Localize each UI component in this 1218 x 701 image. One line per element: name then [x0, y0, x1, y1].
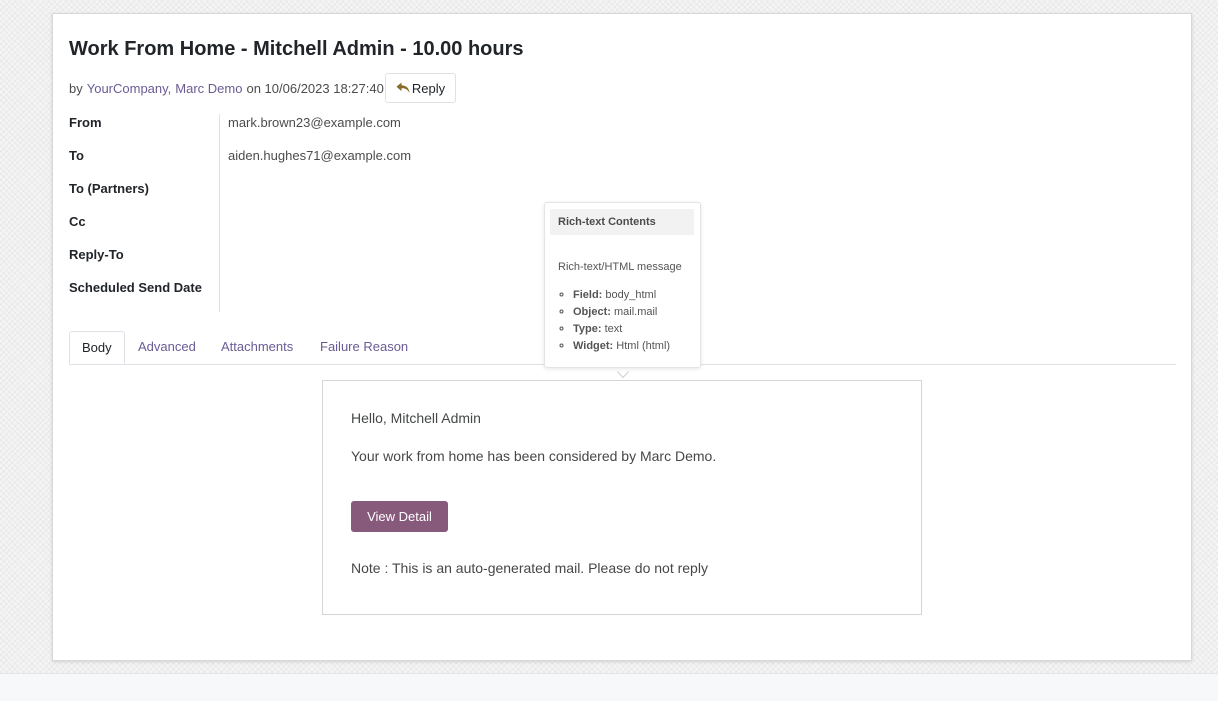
tooltip-item-type: Type: text: [573, 321, 670, 338]
sent-date-text: on 10/06/2023 18:27:40: [246, 80, 384, 96]
bottom-bar: [0, 673, 1218, 701]
reply-button[interactable]: Reply: [384, 73, 457, 103]
field-label: Cc: [69, 214, 86, 229]
tab-advanced[interactable]: Advanced: [138, 331, 196, 363]
tooltip-item-object: Object: mail.mail: [573, 304, 670, 321]
tooltip-details: Field: body_html Object: mail.mail Type:…: [558, 287, 670, 355]
author-line: by YourCompany, Marc Demo on 10/06/2023 …: [69, 72, 457, 104]
tab-attachments[interactable]: Attachments: [221, 331, 293, 363]
reply-arrow-icon: [396, 82, 410, 94]
chevron-down-icon: [617, 366, 629, 384]
field-tooltip: Rich-text Contents Rich-text/HTML messag…: [544, 202, 701, 368]
tab-body[interactable]: Body: [69, 331, 125, 364]
tab-failure-reason[interactable]: Failure Reason: [320, 331, 408, 363]
field-label: From: [69, 115, 102, 130]
by-prefix: by: [69, 80, 83, 96]
view-detail-button[interactable]: View Detail: [351, 501, 448, 532]
tooltip-header: Rich-text Contents: [550, 209, 694, 235]
mail-message: Your work from home has been considered …: [351, 448, 717, 464]
field-value[interactable]: mark.brown23@example.com: [228, 113, 401, 133]
field-value[interactable]: aiden.hughes71@example.com: [228, 146, 411, 166]
field-label: To: [69, 148, 84, 163]
mail-note: Note : This is an auto-generated mail. P…: [351, 560, 708, 576]
field-label: To (Partners): [69, 181, 149, 196]
tooltip-description: Rich-text/HTML message: [558, 261, 682, 273]
field-label: Reply-To: [69, 247, 124, 262]
tooltip-item-field: Field: body_html: [573, 287, 670, 304]
author-link-company[interactable]: YourCompany,: [87, 81, 172, 96]
reply-button-label: Reply: [411, 80, 446, 96]
fields-divider: [219, 114, 220, 312]
author-link-user[interactable]: Marc Demo: [175, 81, 242, 96]
field-label: Scheduled Send Date: [69, 280, 202, 295]
tooltip-item-widget: Widget: Html (html): [573, 338, 670, 355]
mail-greeting: Hello, Mitchell Admin: [351, 410, 481, 426]
mail-body-preview: Hello, Mitchell Admin Your work from hom…: [322, 380, 922, 615]
page-title: Work From Home - Mitchell Admin - 10.00 …: [69, 38, 524, 60]
